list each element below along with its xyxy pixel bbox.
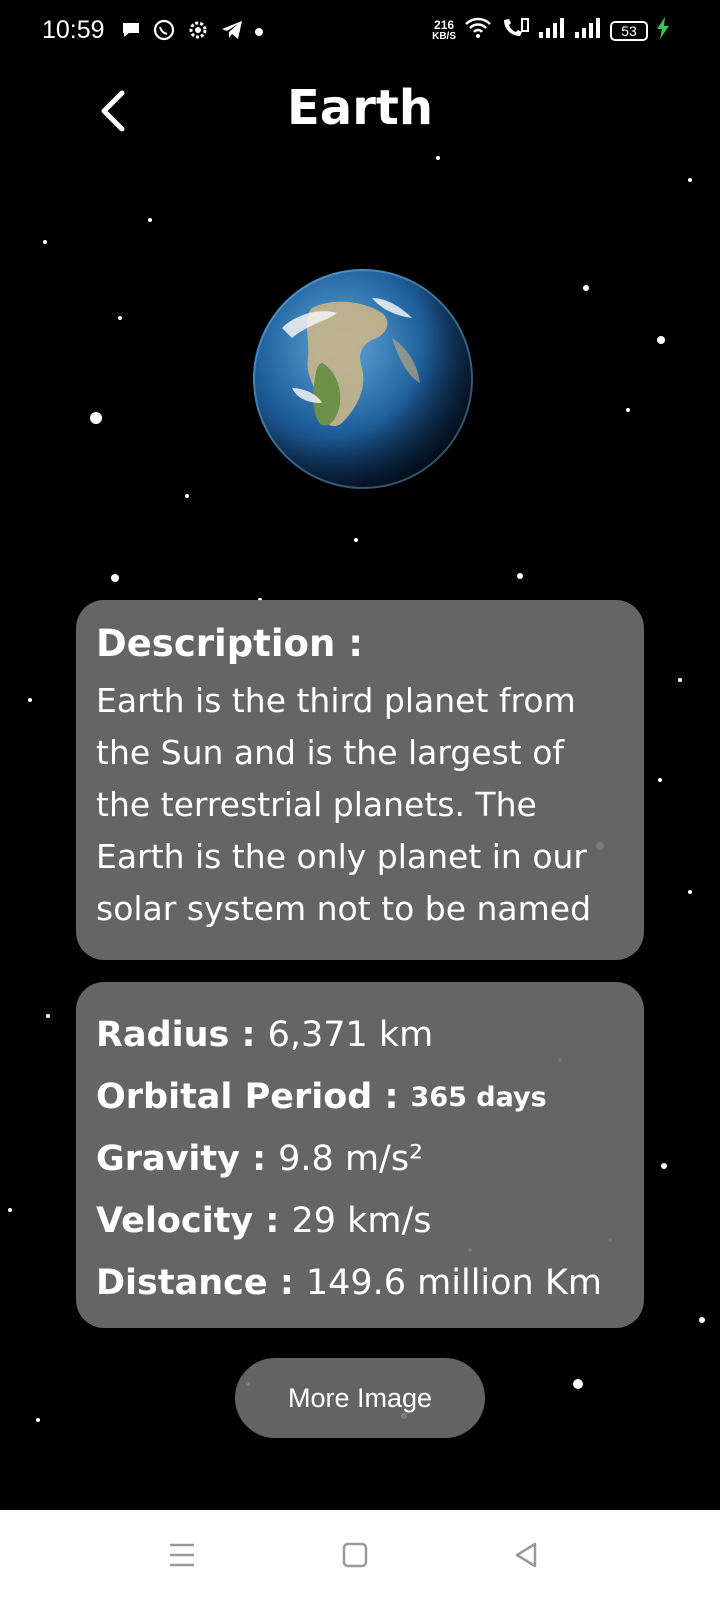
stat-label: Orbital Period : [96, 1077, 399, 1117]
description-text[interactable]: Earth is the third planet from the Sun a… [96, 675, 624, 933]
back-nav-button[interactable] [496, 1530, 556, 1580]
stat-value: 365 days [410, 1081, 547, 1113]
more-image-button[interactable]: More Image [235, 1358, 485, 1438]
battery-indicator: 53 [610, 20, 648, 41]
status-time: 10:59 [42, 16, 105, 44]
chat-notification-icon [120, 19, 142, 46]
back-triangle-icon [515, 1542, 537, 1568]
status-bar: 10:59 216 KB/S 53 [0, 0, 720, 64]
stat-label: Distance : [96, 1263, 294, 1303]
system-nav-bar [0, 1510, 720, 1600]
stat-label: Radius : [96, 1015, 256, 1055]
telegram-icon [220, 18, 244, 47]
menu-icon [170, 1543, 194, 1567]
volte-call-icon [500, 16, 530, 45]
stat-label: Gravity : [96, 1139, 267, 1179]
wifi-icon [464, 16, 492, 45]
stat-radius: Radius : 6,371 km [96, 1004, 624, 1066]
stat-value: 149.6 million Km [305, 1263, 602, 1303]
settings-icon [186, 18, 210, 47]
home-square-icon [342, 1542, 368, 1568]
page-title: Earth [287, 80, 433, 136]
stat-value: 6,371 km [267, 1015, 434, 1055]
signal-icon-1 [538, 17, 566, 44]
stat-label: Velocity : [96, 1201, 280, 1241]
description-heading: Description : [96, 622, 363, 665]
stat-distance: Distance : 149.6 million Km [96, 1252, 624, 1314]
stat-velocity: Velocity : 29 km/s [96, 1190, 624, 1252]
stat-gravity: Gravity : 9.8 m/s² [96, 1128, 624, 1190]
whatsapp-icon [152, 18, 176, 47]
stats-card: Radius : 6,371 km Orbital Period : 365 d… [76, 982, 644, 1328]
recent-apps-button[interactable] [152, 1530, 212, 1580]
earth-image [253, 269, 473, 489]
dot-icon [254, 24, 264, 42]
stat-orbital-period: Orbital Period : 365 days [96, 1066, 624, 1128]
app-screen: 10:59 216 KB/S 53 Earth Description: Ea… [0, 0, 720, 1510]
charging-icon [656, 16, 670, 45]
description-card: Description : Earth is the third planet … [76, 600, 644, 960]
header: Earth [0, 80, 720, 150]
stat-value: 29 km/s [291, 1201, 432, 1241]
home-button[interactable] [325, 1530, 385, 1580]
stat-value: 9.8 m/s² [278, 1139, 424, 1179]
network-speed: 216 KB/S [432, 17, 456, 42]
signal-icon-2 [574, 17, 602, 44]
